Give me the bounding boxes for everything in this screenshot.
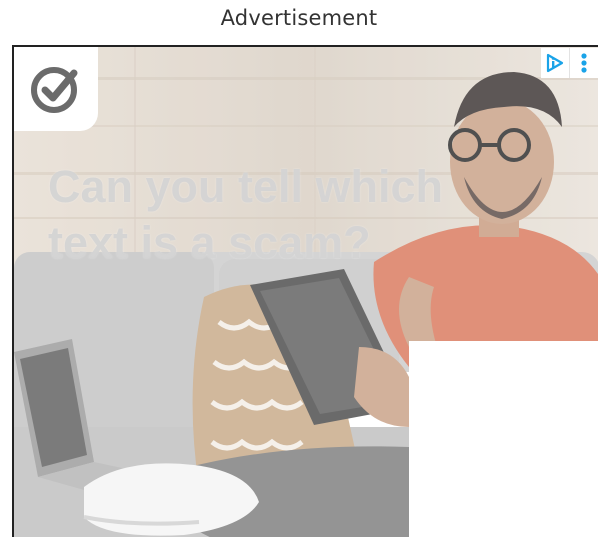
ad-headline: Can you tell which text is a scam? (48, 159, 468, 271)
ad-blank-area (409, 341, 598, 537)
ad-controls (541, 48, 598, 78)
brand-logo-tile[interactable] (14, 47, 98, 131)
ad-headline-line-1: Can you tell which (48, 161, 444, 212)
advertisement-label: Advertisement (220, 6, 378, 30)
more-vertical-icon (581, 53, 587, 73)
ad-headline-line-2: text is a scam? (48, 217, 371, 268)
adchoices-button[interactable] (541, 48, 569, 78)
checkmark-circle-logo-icon (31, 67, 78, 113)
page: Advertisement Can you tell which text is… (0, 0, 598, 537)
ad-frame[interactable]: Can you tell which text is a scam? (12, 45, 598, 537)
adchoices-icon (546, 53, 564, 73)
ad-menu-button[interactable] (569, 48, 598, 78)
